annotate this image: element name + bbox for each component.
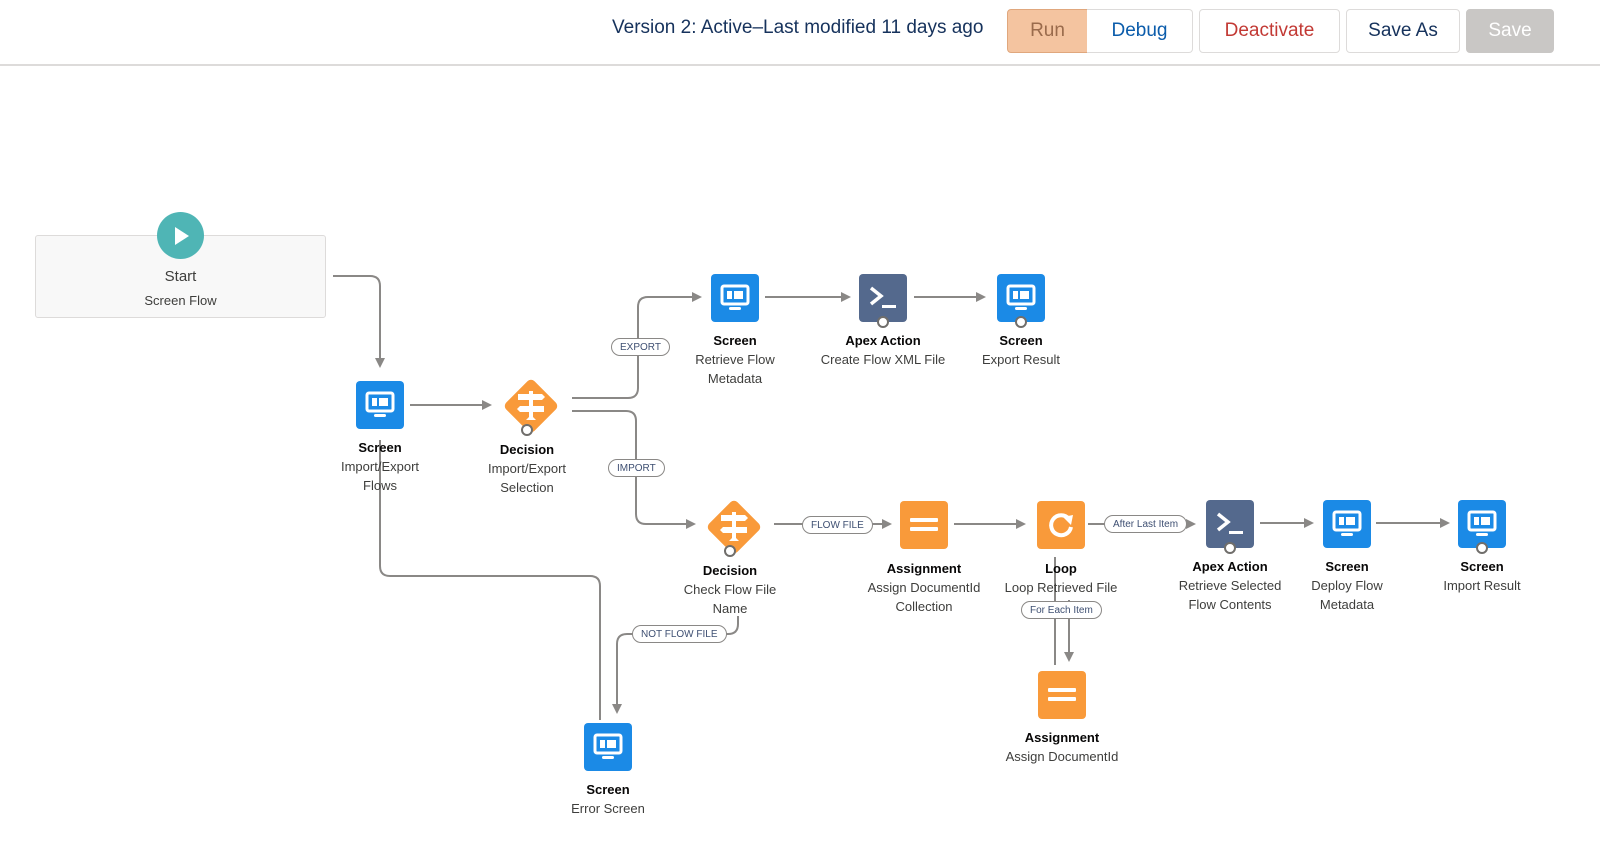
node-screen-error[interactable]: [584, 723, 632, 771]
node-name: Deploy Flow Metadata: [1311, 578, 1383, 612]
node-assign-documentid[interactable]: [1038, 671, 1086, 719]
node-screen-import-result[interactable]: [1458, 500, 1506, 548]
monitor-icon: [720, 284, 750, 312]
node-apex-retrieve-contents[interactable]: [1206, 500, 1254, 548]
node-label: Screen Retrieve Flow Metadata: [680, 331, 790, 388]
node-screen-import-export[interactable]: [356, 381, 404, 429]
node-name: Error Screen: [571, 801, 645, 816]
node-label: Screen Import Result: [1397, 557, 1567, 595]
save-as-button[interactable]: Save As: [1346, 9, 1460, 53]
version-status: Version 2: Active–Last modified 11 days …: [612, 17, 984, 38]
node-name: Export Result: [981, 352, 1061, 367]
node-name: Import Result: [1443, 578, 1521, 593]
run-button[interactable]: Run: [1007, 9, 1088, 53]
start-title: Start: [164, 268, 197, 285]
node-name: Check Flow File Name: [683, 582, 777, 616]
node-type: Screen: [358, 440, 402, 455]
node-type: Decision: [499, 442, 555, 457]
node-type: Apex Action: [1192, 559, 1268, 574]
equals-icon: [1047, 685, 1077, 705]
node-label: Decision Check Flow File Name: [675, 561, 785, 618]
node-name: Import/Export Selection: [487, 461, 567, 495]
equals-icon: [909, 515, 939, 535]
node-label: Screen Import/Export Flows: [325, 438, 435, 495]
monitor-icon: [1467, 510, 1497, 538]
start-play-button[interactable]: [157, 212, 204, 259]
node-label: Apex Action Retrieve Selected Flow Conten…: [1175, 557, 1285, 614]
node-screen-export-result[interactable]: [997, 274, 1045, 322]
node-label: Assignment Assign DocumentId Collection: [859, 559, 989, 616]
node-apex-create-xml[interactable]: [859, 274, 907, 322]
toolbar: Version 2: Active–Last modified 11 days …: [0, 0, 1600, 66]
start-subtitle: Screen Flow: [144, 293, 217, 308]
node-type: Assignment: [886, 561, 962, 576]
node-screen-retrieve-flow[interactable]: [711, 274, 759, 322]
node-screen-deploy[interactable]: [1323, 500, 1371, 548]
monitor-icon: [1332, 510, 1362, 538]
node-loop-retrieved[interactable]: [1037, 501, 1085, 549]
connector-label-for-each-item[interactable]: For Each Item: [1021, 601, 1102, 619]
node-name: Import/Export Flows: [340, 459, 420, 493]
node-label: Assignment Assign DocumentId: [977, 728, 1147, 766]
node-type: Screen: [1460, 559, 1504, 574]
node-name: Retrieve Flow Metadata: [695, 352, 775, 386]
node-type: Screen: [586, 782, 630, 797]
connector-label-after-last-item[interactable]: After Last Item: [1104, 515, 1188, 533]
connector-label-export[interactable]: EXPORT: [611, 338, 670, 356]
node-name: Assign DocumentId: [1005, 749, 1119, 764]
fault-connector-handle[interactable]: [1015, 316, 1027, 328]
fault-connector-handle[interactable]: [1476, 542, 1488, 554]
play-icon: [174, 226, 189, 245]
node-type: Screen: [1325, 559, 1369, 574]
loop-icon: [1046, 510, 1076, 540]
node-name: Assign DocumentId Collection: [867, 580, 981, 614]
debug-button[interactable]: Debug: [1087, 9, 1193, 53]
node-type: Decision: [702, 563, 758, 578]
connector-label-flow-file[interactable]: FLOW FILE: [802, 516, 873, 534]
node-label: Loop Loop Retrieved File: [976, 559, 1146, 597]
node-name: Retrieve Selected Flow Contents: [1178, 578, 1282, 612]
node-name: Loop Retrieved File: [1004, 580, 1118, 595]
deactivate-button[interactable]: Deactivate: [1199, 9, 1340, 53]
node-label: Screen Error Screen: [523, 780, 693, 818]
connectors: [333, 275, 1450, 720]
node-label: Screen Deploy Flow Metadata: [1292, 557, 1402, 614]
connector-start-screen: [333, 275, 385, 368]
node-type: Assignment: [1024, 730, 1100, 745]
terminal-icon: [867, 284, 899, 312]
fault-connector-handle[interactable]: [521, 424, 533, 436]
monitor-icon: [365, 391, 395, 419]
node-label: Screen Export Result: [936, 331, 1106, 369]
monitor-icon: [1006, 284, 1036, 312]
node-type: Loop: [1045, 561, 1077, 576]
node-type: Screen: [713, 333, 757, 348]
node-assign-collection[interactable]: [900, 501, 948, 549]
monitor-icon: [593, 733, 623, 761]
node-type: Screen: [999, 333, 1043, 348]
fault-connector-handle[interactable]: [1224, 542, 1236, 554]
fault-connector-handle[interactable]: [724, 545, 736, 557]
node-name: Create Flow XML File: [820, 352, 946, 367]
save-button[interactable]: Save: [1466, 9, 1554, 53]
node-label: Decision Import/Export Selection: [472, 440, 582, 497]
connector-label-not-flow-file[interactable]: NOT FLOW FILE: [632, 625, 727, 643]
terminal-icon: [1214, 510, 1246, 538]
fault-connector-handle[interactable]: [877, 316, 889, 328]
connector-label-import[interactable]: IMPORT: [608, 459, 665, 477]
